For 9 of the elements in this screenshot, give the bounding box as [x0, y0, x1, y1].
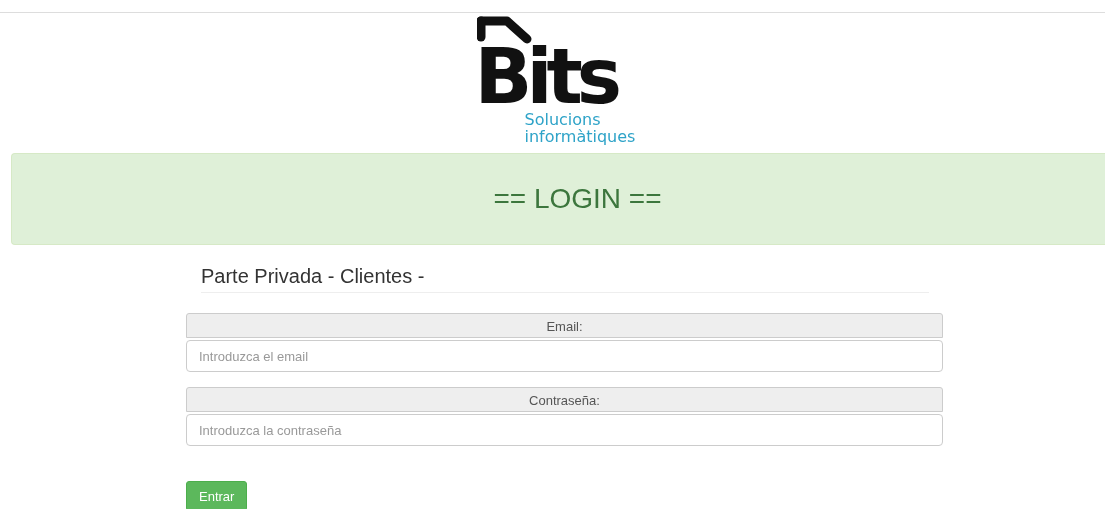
input-field[interactable]: Introduzca el email: [186, 340, 943, 372]
form-heading: Parte Privada - Clientes -: [201, 265, 929, 293]
field-label: Email:: [186, 313, 943, 338]
banner-title: == LOGIN ==: [492, 183, 662, 215]
logo-wordmark: Bits: [474, 47, 617, 107]
input-field[interactable]: Introduzca la contraseña: [186, 414, 943, 446]
logo-tagline: Solucions informàtiques: [524, 111, 636, 145]
field-label: Contraseña:: [186, 387, 943, 412]
submit-button[interactable]: Entrar: [186, 481, 248, 509]
